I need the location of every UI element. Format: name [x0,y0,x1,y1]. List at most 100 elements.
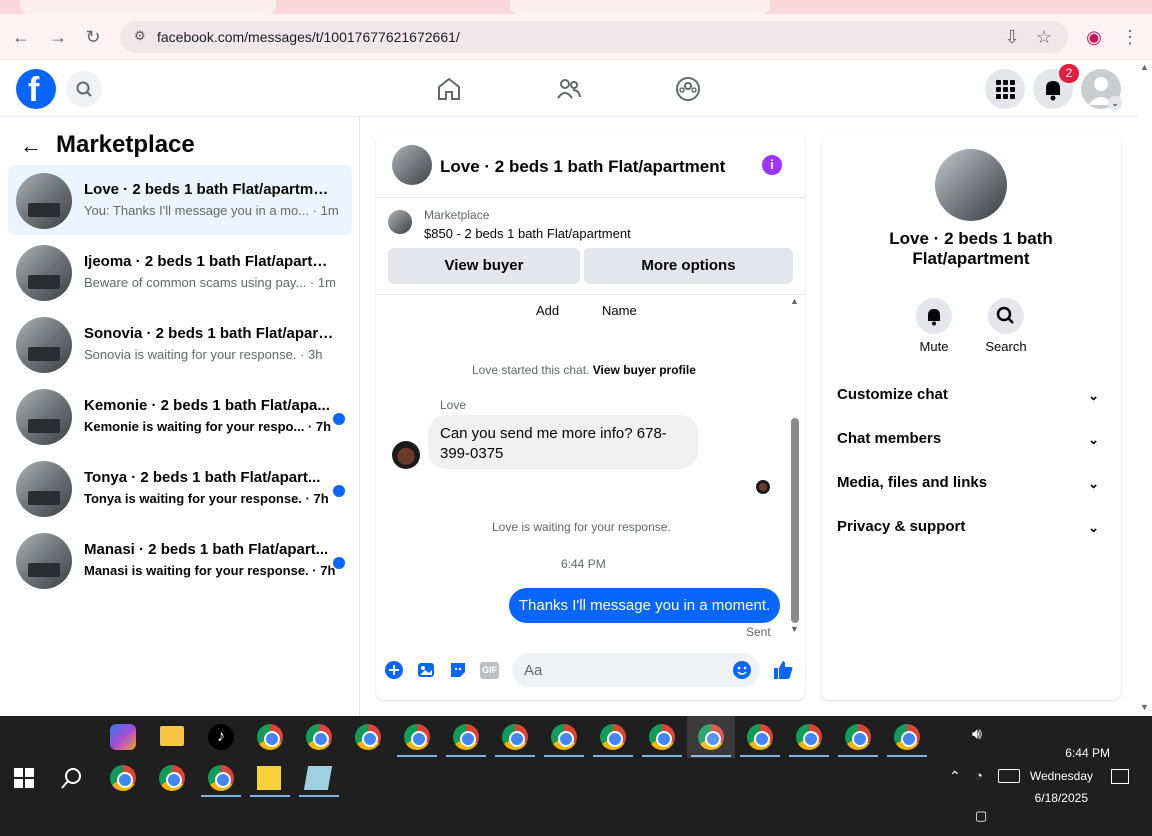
browser-toolbar: ← → ↻ ⚙ facebook.com/messages/t/10017677… [0,14,1152,60]
chat-avatar[interactable] [392,145,432,185]
clock-time[interactable]: 6:44 PM [1020,746,1110,760]
device-icon[interactable]: ▢ [975,808,987,824]
url-text[interactable]: facebook.com/messages/t/1001767762167266… [157,29,460,45]
chat-title[interactable]: Love · 2 beds 1 bath Flat/apartment [440,157,725,177]
incoming-message[interactable]: Can you send me more info? 678-399-0375 [428,415,698,469]
taskbar-search-icon[interactable] [60,766,84,790]
privacy-support-section[interactable]: Privacy & support ⌄ [837,518,1105,548]
chat-scrollbar[interactable]: ▲ ▼ [790,296,800,636]
chrome-icon[interactable] [208,765,234,791]
info-avatar[interactable] [935,149,1007,221]
tray-chevron-up-icon[interactable]: ⌃ [949,768,961,785]
search-label[interactable]: Search [976,339,1036,354]
friends-icon[interactable] [556,76,582,102]
conversation-thumbnail [16,389,72,445]
gif-icon[interactable]: GIF [480,662,499,679]
home-icon[interactable] [436,76,462,102]
taskbar-active-indicator [397,755,437,757]
taskbar-active-indicator [887,755,927,757]
outgoing-message[interactable]: Thanks I'll message you in a moment. [509,588,780,623]
forward-icon[interactable]: → [45,24,71,50]
sticky-notes-icon[interactable] [257,766,281,790]
chrome-icon[interactable] [551,724,577,750]
search-icon[interactable] [988,298,1024,334]
chrome-icon[interactable] [110,765,136,791]
media-files-section[interactable]: Media, files and links ⌄ [837,474,1105,504]
chrome-icon[interactable] [306,724,332,750]
view-buyer-profile-link[interactable]: View buyer profile [593,363,696,377]
chrome-icon[interactable] [894,724,920,750]
copilot-icon[interactable] [110,724,136,750]
reload-icon[interactable]: ↻ [80,24,106,50]
chrome-icon[interactable] [649,724,675,750]
conversation-title: Tonya · 2 beds 1 bath Flat/apart... [84,469,321,486]
facebook-logo-icon[interactable]: f [16,69,56,109]
name-label[interactable]: Name [602,303,637,318]
sender-name: Love [440,398,467,412]
clock-day[interactable]: Wednesday [1020,769,1093,783]
menu-grid-icon[interactable] [985,69,1025,109]
chrome-icon[interactable] [159,765,185,791]
emoji-icon[interactable] [732,660,752,680]
chrome-icon[interactable] [600,724,626,750]
conversation-item[interactable]: Manasi · 2 beds 1 bath Flat/apart... Mana… [8,525,352,595]
network-icon[interactable]: ◔ [975,768,983,783]
profile-icon[interactable]: ◉ [1081,24,1107,50]
sender-avatar[interactable] [392,441,420,469]
chrome-icon[interactable] [502,724,528,750]
app-icon[interactable] [303,766,333,790]
browser-tab[interactable] [20,0,276,14]
listing-title[interactable]: $850 - 2 beds 1 bath Flat/apartment [424,226,631,241]
back-icon[interactable]: ← [8,24,34,50]
chat-members-section[interactable]: Chat members ⌄ [837,430,1105,460]
chrome-icon[interactable] [453,724,479,750]
clock-date[interactable]: 6/18/2025 [1020,791,1088,805]
chrome-icon[interactable] [796,724,822,750]
address-bar[interactable]: ⚙ facebook.com/messages/t/10017677621672… [120,21,1068,53]
conversation-item[interactable]: Kemonie · 2 beds 1 bath Flat/apa... Kemon… [8,381,352,451]
message-input-placeholder[interactable]: Aa [524,662,542,679]
chevron-down-icon: ⌄ [1088,388,1099,403]
page-scroll-up-icon[interactable]: ▲ [1140,62,1149,72]
taskbar-active-indicator [544,755,584,757]
file-explorer-icon[interactable] [160,726,184,746]
chrome-icon[interactable] [404,724,430,750]
photo-icon[interactable] [416,660,436,680]
mute-bell-icon[interactable] [916,298,952,334]
sticker-icon[interactable] [448,660,468,680]
install-icon[interactable]: ⇩ [999,24,1025,50]
site-info-icon[interactable]: ⚙ [134,28,146,44]
page-scroll-down-icon[interactable]: ▼ [1140,702,1149,712]
windows-start-icon[interactable] [14,768,34,788]
conversation-item[interactable]: Sonovia · 2 beds 1 bath Flat/apart... Son… [8,309,352,379]
conversation-title: Ijeoma · 2 beds 1 bath Flat/apartm... [84,253,334,270]
bookmark-star-icon[interactable]: ☆ [1031,24,1057,50]
conversation-item[interactable]: Love · 2 beds 1 bath Flat/apartment You: … [8,165,352,235]
chrome-icon[interactable] [845,724,871,750]
chrome-icon[interactable] [257,724,283,750]
conversation-item[interactable]: Ijeoma · 2 beds 1 bath Flat/apartm... Bew… [8,237,352,307]
browser-tab[interactable] [510,0,770,14]
plus-circle-icon[interactable] [384,660,404,680]
more-options-button[interactable]: More options [584,248,793,284]
groups-icon[interactable] [675,76,701,102]
info-icon[interactable]: i [762,155,782,175]
notification-center-icon[interactable] [1111,769,1129,784]
back-arrow-icon[interactable]: ← [20,133,42,159]
add-label[interactable]: Add [536,303,559,318]
chrome-icon[interactable] [355,724,381,750]
menu-dots-icon[interactable]: ⋮ [1117,24,1143,50]
mute-label[interactable]: Mute [904,339,964,354]
message-input[interactable]: Aa [512,653,760,687]
conversation-item[interactable]: Tonya · 2 beds 1 bath Flat/apart... Tonya… [8,453,352,523]
chrome-icon[interactable] [747,724,773,750]
customize-chat-section[interactable]: Customize chat ⌄ [837,386,1105,416]
chevron-down-icon[interactable]: ⌄ [1108,96,1122,110]
keyboard-icon[interactable] [998,769,1020,783]
unread-dot [333,413,345,425]
tiktok-icon[interactable]: ♪ [208,724,234,750]
like-thumb-icon[interactable] [771,658,795,682]
search-icon[interactable] [66,71,102,107]
view-buyer-button[interactable]: View buyer [388,248,580,284]
volume-icon[interactable]: 🔊︎ [972,726,982,744]
